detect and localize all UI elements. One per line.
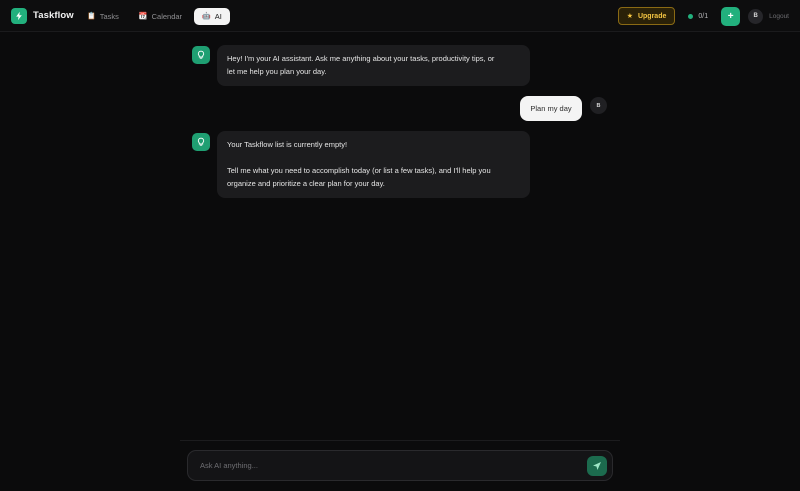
upgrade-button[interactable]: ★ Upgrade [617, 7, 676, 25]
app-root: Taskflow 📋 Tasks 📆 Calendar 🤖 AI ★ Upgra… [0, 0, 800, 491]
task-progress-count: 0/1 [698, 12, 709, 20]
tab-ai[interactable]: 🤖 AI [194, 7, 230, 25]
tab-tasks-label: Tasks [99, 11, 119, 21]
star-icon: ★ [626, 13, 633, 20]
robot-icon: 🤖 [202, 12, 211, 20]
task-progress: 0/1 [681, 7, 715, 25]
assistant-message: Your Taskflow list is currently empty! T… [217, 131, 530, 198]
brand[interactable]: Taskflow [11, 7, 74, 24]
composer [187, 450, 613, 481]
header-actions: ★ Upgrade 0/1 + B Logout [617, 6, 789, 26]
assistant-avatar-icon [192, 133, 210, 151]
user-message-avatar: B [590, 97, 607, 114]
tab-calendar[interactable]: 📆 Calendar [131, 8, 190, 25]
status-dot-icon [688, 13, 694, 19]
lightning-logo-icon [11, 7, 27, 24]
send-icon [593, 461, 601, 470]
app-name: Taskflow [33, 10, 74, 21]
tab-tasks[interactable]: 📋 Tasks [79, 8, 127, 25]
message-line: organize and prioritize a clear plan for… [227, 179, 385, 188]
logout-link[interactable]: Logout [769, 13, 789, 20]
upgrade-label: Upgrade [637, 12, 667, 20]
message-line: Tell me what you need to accomplish toda… [227, 166, 491, 175]
tab-calendar-label: Calendar [151, 11, 183, 21]
ai-chat-input[interactable] [200, 461, 587, 470]
assistant-avatar-icon [192, 46, 210, 64]
assistant-message: Hey! I'm your AI assistant. Ask me anyth… [217, 45, 530, 86]
calendar-icon: 📆 [138, 12, 148, 20]
tab-ai-label: AI [214, 11, 222, 21]
user-message: Plan my day [520, 96, 582, 121]
send-button[interactable] [587, 455, 607, 476]
user-avatar[interactable]: B [748, 8, 764, 24]
clipboard-icon: 📋 [87, 12, 96, 20]
message-line: Hey! I'm your AI assistant. Ask me anyth… [227, 54, 495, 63]
composer-divider [180, 440, 620, 441]
add-task-button[interactable]: + [721, 6, 741, 26]
main-tabs: 📋 Tasks 📆 Calendar 🤖 AI [79, 7, 230, 25]
message-line: let me help you plan your day. [227, 67, 327, 76]
message-line: Your Taskflow list is currently empty! [227, 140, 348, 149]
